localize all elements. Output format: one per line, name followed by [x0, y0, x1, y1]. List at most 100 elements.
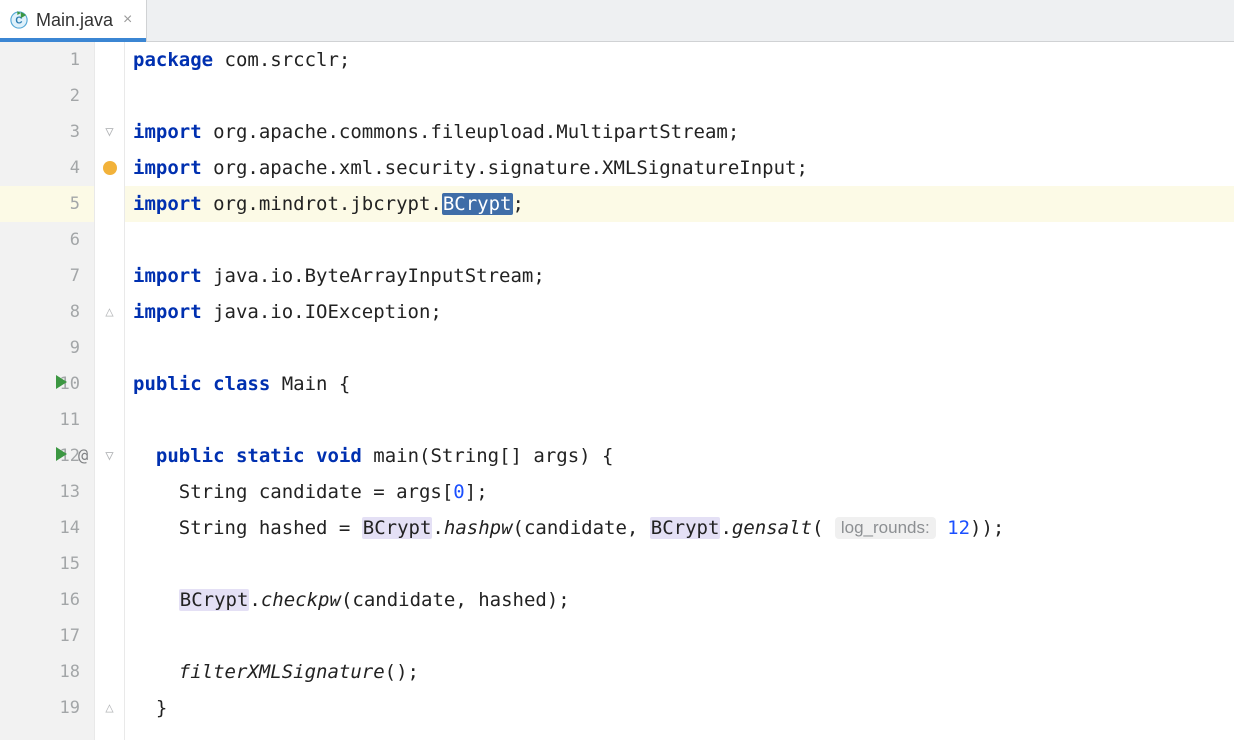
fold-toggle-open-icon[interactable] [105, 449, 113, 463]
code-line[interactable]: import org.apache.xml.security.signature… [125, 150, 1234, 186]
code-line[interactable]: import org.apache.commons.fileupload.Mul… [125, 114, 1234, 150]
close-tab-icon[interactable]: × [123, 11, 132, 29]
code-line[interactable] [125, 78, 1234, 114]
fold-gutter-line[interactable] [95, 510, 124, 546]
code-line[interactable]: } [125, 690, 1234, 726]
run-gutter-icon[interactable] [56, 446, 67, 466]
keyword-package: package [133, 49, 213, 71]
keyword-public: public [156, 445, 225, 467]
code-line[interactable]: String hashed = BCrypt.hashpw(candidate,… [125, 510, 1234, 546]
code-line[interactable]: import java.io.IOException; [125, 294, 1234, 330]
code-area[interactable]: package com.srcclr; import org.apache.co… [125, 42, 1234, 740]
editor-tab-main-java[interactable]: C Main.java × [0, 0, 147, 41]
code-line[interactable] [125, 330, 1234, 366]
editor-tabbar: C Main.java × [0, 0, 1234, 42]
gutter-line[interactable]: 1 [0, 42, 94, 78]
import-suffix: ; [513, 193, 524, 215]
line-number: 4 [70, 158, 80, 178]
gutter-line[interactable]: 17 [0, 618, 94, 654]
line-number: 1 [70, 50, 80, 70]
code-line[interactable] [125, 222, 1234, 258]
annotation-gutter-icon: @ [78, 446, 88, 466]
number-literal: 12 [947, 517, 970, 539]
fold-gutter-line[interactable] [95, 582, 124, 618]
keyword-import: import [133, 157, 202, 179]
fold-gutter[interactable] [95, 42, 125, 740]
code-line[interactable]: public class Main { [125, 366, 1234, 402]
line-number: 3 [70, 122, 80, 142]
code-line-current[interactable]: import org.mindrot.jbcrypt.BCrypt; [125, 186, 1234, 222]
code-text: String hashed = [133, 517, 362, 539]
gutter-line[interactable]: 10 [0, 366, 94, 402]
fold-gutter-line[interactable] [95, 186, 124, 222]
keyword-import: import [133, 301, 202, 323]
code-line[interactable] [125, 402, 1234, 438]
code-line[interactable]: BCrypt.checkpw(candidate, hashed); [125, 582, 1234, 618]
gutter-line[interactable]: 18 [0, 654, 94, 690]
import-text: java.io.ByteArrayInputStream; [202, 265, 545, 287]
keyword-import: import [133, 193, 202, 215]
fold-gutter-line[interactable] [95, 258, 124, 294]
line-number: 6 [70, 230, 80, 250]
gutter-line[interactable]: 5 [0, 186, 94, 222]
gutter-line[interactable]: 7 [0, 258, 94, 294]
gutter-line[interactable]: 2 [0, 78, 94, 114]
gutter-line[interactable]: 8 [0, 294, 94, 330]
run-gutter-icon[interactable] [56, 374, 67, 394]
ide-root: C Main.java × 1234567891011@121314151617… [0, 0, 1234, 740]
gutter-line[interactable]: 6 [0, 222, 94, 258]
code-line[interactable]: import java.io.ByteArrayInputStream; [125, 258, 1234, 294]
fold-gutter-line[interactable] [95, 42, 124, 78]
import-text: org.apache.commons.fileupload.MultipartS… [202, 121, 740, 143]
static-method: checkpw [261, 589, 341, 611]
gutter-line[interactable]: 3 [0, 114, 94, 150]
code-line[interactable] [125, 546, 1234, 582]
gutter-line[interactable]: 11 [0, 402, 94, 438]
fold-gutter-line[interactable] [95, 546, 124, 582]
fold-gutter-line[interactable] [95, 618, 124, 654]
line-number: 5 [70, 194, 80, 214]
code-line[interactable]: String candidate = args[0]; [125, 474, 1234, 510]
gutter-line[interactable]: 16 [0, 582, 94, 618]
code-line[interactable]: public static void main(String[] args) { [125, 438, 1234, 474]
code-line[interactable]: package com.srcclr; [125, 42, 1234, 78]
fold-gutter-line[interactable] [95, 330, 124, 366]
java-class-file-icon: C [10, 11, 28, 29]
line-number: 11 [60, 410, 80, 430]
gutter-line[interactable]: @12 [0, 438, 94, 474]
fold-gutter-line[interactable] [95, 654, 124, 690]
gutter-line[interactable]: 15 [0, 546, 94, 582]
line-number: 9 [70, 338, 80, 358]
method-call: filterXMLSignature [179, 661, 385, 683]
gutter-line[interactable]: 14 [0, 510, 94, 546]
fold-gutter-line[interactable] [95, 474, 124, 510]
keyword-import: import [133, 121, 202, 143]
fold-gutter-line[interactable] [95, 438, 124, 474]
gutter-line[interactable]: 9 [0, 330, 94, 366]
fold-gutter-line[interactable] [95, 294, 124, 330]
gutter-line[interactable]: 13 [0, 474, 94, 510]
line-number: 19 [60, 698, 80, 718]
keyword-import: import [133, 265, 202, 287]
static-method: hashpw [444, 517, 513, 539]
line-number-gutter[interactable]: 1 2 3 4 5 6 7 8 9 10 11 @12131415161718 19 [0, 42, 95, 740]
keyword-void: void [316, 445, 362, 467]
method-sig: main(String[] args) { [362, 445, 614, 467]
code-line[interactable] [125, 618, 1234, 654]
fold-gutter-line[interactable] [95, 114, 124, 150]
code-line[interactable]: filterXMLSignature(); [125, 654, 1234, 690]
fold-gutter-line[interactable] [95, 222, 124, 258]
fold-toggle-open-icon[interactable] [105, 125, 113, 139]
gutter-line[interactable]: 19 [0, 690, 94, 726]
gutter-line[interactable]: 4 [0, 150, 94, 186]
line-number: 7 [70, 266, 80, 286]
fold-gutter-line[interactable] [95, 402, 124, 438]
fold-gutter-line[interactable] [95, 690, 124, 726]
tab-filename: Main.java [36, 10, 113, 31]
static-method: gensalt [732, 517, 812, 539]
fold-gutter-line[interactable] [95, 150, 124, 186]
class-decl: Main { [270, 373, 350, 395]
fold-gutter-line[interactable] [95, 366, 124, 402]
warning-gutter-icon[interactable] [103, 161, 117, 175]
fold-gutter-line[interactable] [95, 78, 124, 114]
